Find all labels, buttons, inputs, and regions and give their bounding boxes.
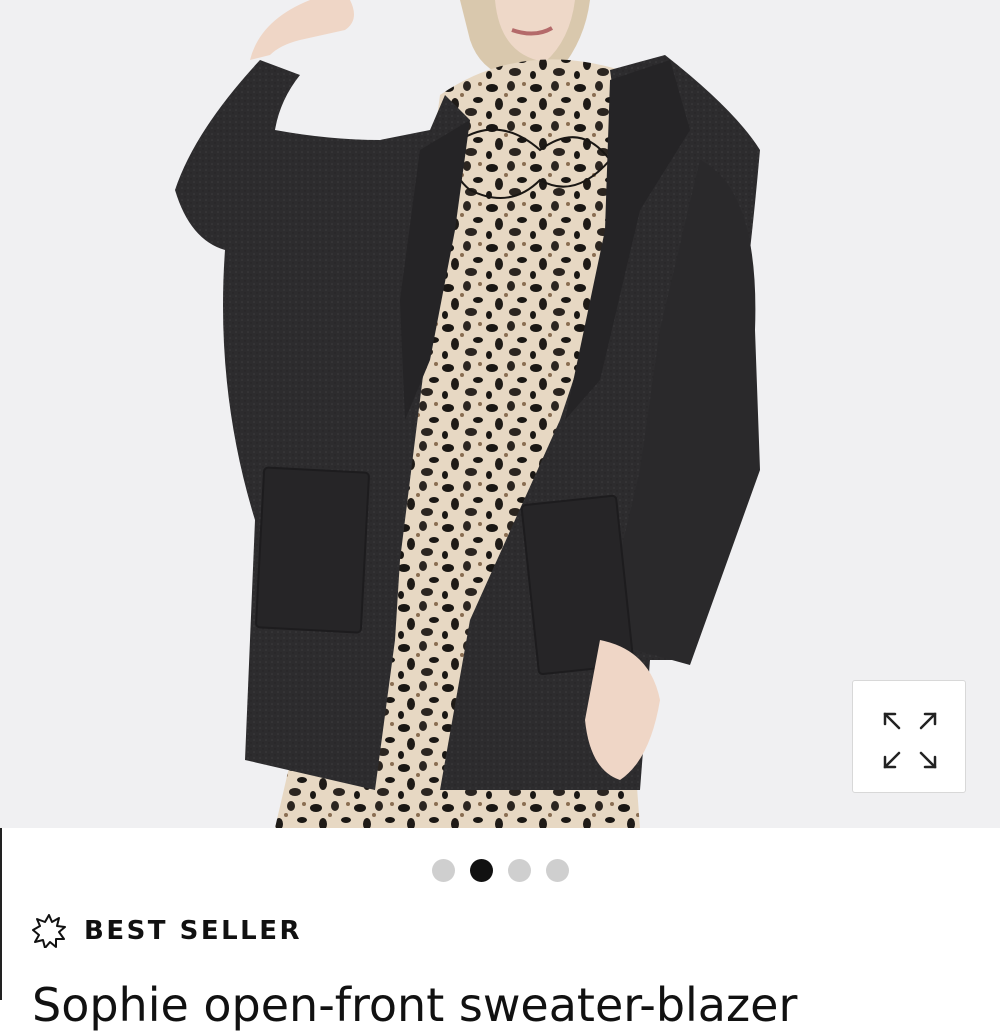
carousel-pagination <box>0 859 1000 882</box>
starburst-icon <box>32 914 66 948</box>
expand-image-button[interactable] <box>852 680 966 793</box>
expand-arrows-icon <box>883 712 937 769</box>
carousel-dot-4[interactable] <box>545 859 569 882</box>
left-edge-divider <box>0 828 2 1000</box>
product-image-gallery[interactable] <box>0 0 1000 828</box>
product-photo <box>0 0 1000 828</box>
best-seller-badge: BEST SELLER <box>32 914 302 948</box>
product-title: Sophie open-front sweater-blazer <box>32 978 798 1032</box>
badge-label: BEST SELLER <box>84 916 302 946</box>
carousel-dot-1[interactable] <box>431 859 455 882</box>
carousel-dot-2-active[interactable] <box>469 859 493 882</box>
carousel-dot-3[interactable] <box>507 859 531 882</box>
